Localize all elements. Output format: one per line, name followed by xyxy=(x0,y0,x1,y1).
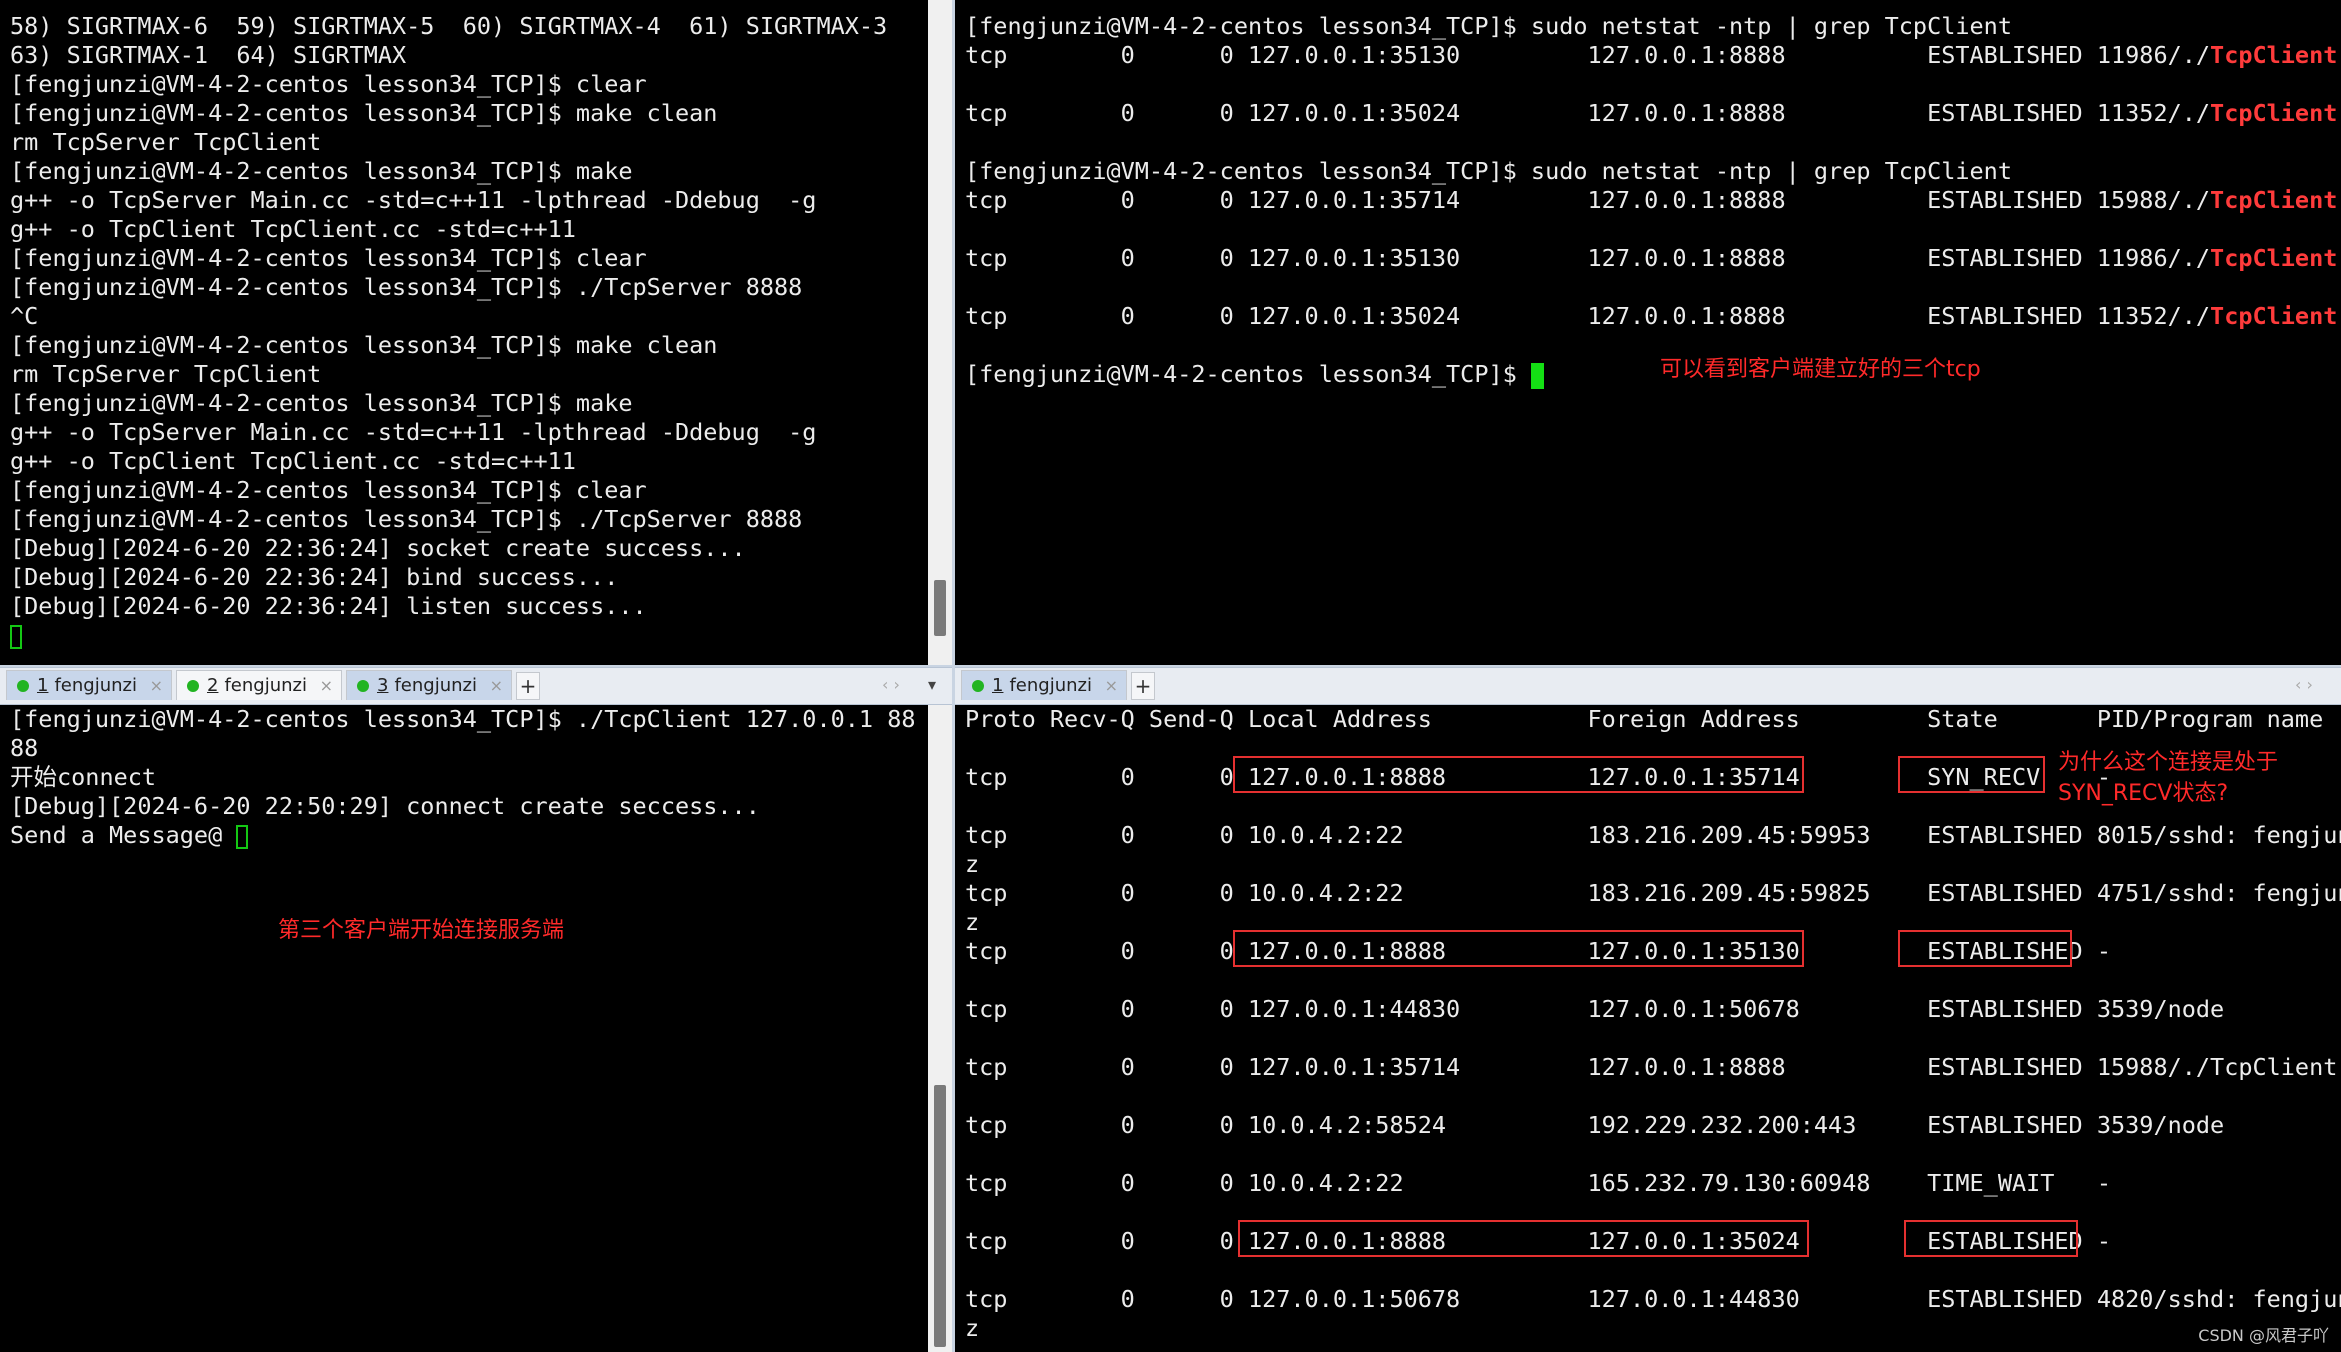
tab-label: fengjunzi xyxy=(54,675,137,696)
scrollbar[interactable] xyxy=(928,0,952,665)
terminal-line: tcp 0 0 127.0.0.1:35714 127.0.0.1:8888 E… xyxy=(965,1053,2338,1081)
scrollbar-thumb[interactable] xyxy=(934,580,946,636)
terminal-line: [fengjunzi@VM-4-2-centos lesson34_TCP]$ … xyxy=(965,157,2012,185)
tcpclient-highlight: TcpClient xyxy=(2210,244,2338,272)
terminal-line: g++ -o TcpClient TcpClient.cc -std=c++11 xyxy=(10,215,576,243)
highlight-box-state xyxy=(1898,756,2045,793)
terminal-pane-netstat-all[interactable]: Proto Recv-Q Send-Q Local Address Foreig… xyxy=(955,705,2341,1352)
terminal-line: 开始connect xyxy=(10,763,157,791)
terminal-line: tcp 0 0 127.0.0.1:35130 127.0.0.1:8888 E… xyxy=(965,244,2338,272)
terminal-line: Send a Message@ xyxy=(10,821,249,850)
terminal-pane-client[interactable]: [fengjunzi@VM-4-2-centos lesson34_TCP]$ … xyxy=(0,705,952,1352)
terminal-line: tcp 0 0 10.0.4.2:22 183.216.209.45:59825… xyxy=(965,879,2341,907)
tab-number: 3 xyxy=(377,675,389,696)
terminal-line: [fengjunzi@VM-4-2-centos lesson34_TCP]$ … xyxy=(10,99,718,127)
terminal-line: 88 xyxy=(10,734,39,762)
terminal-line: 58) SIGRTMAX-6 59) SIGRTMAX-5 60) SIGRTM… xyxy=(10,12,888,40)
terminal-line: 63) SIGRTMAX-1 64) SIGRTMAX xyxy=(10,41,407,69)
terminal-line: tcp 0 0 127.0.0.1:50678 127.0.0.1:44830 … xyxy=(965,1285,2341,1313)
terminal-line xyxy=(10,621,22,650)
close-icon[interactable]: × xyxy=(320,671,333,701)
terminal-line: [fengjunzi@VM-4-2-centos lesson34_TCP]$ … xyxy=(10,244,647,272)
terminal-line: tcp 0 0 10.0.4.2:22 183.216.209.45:59953… xyxy=(965,821,2341,849)
highlight-box-addresses xyxy=(1233,930,1804,967)
watermark: CSDN @风君子吖 xyxy=(2198,1326,2329,1345)
terminal-pane-netstat-client[interactable]: [fengjunzi@VM-4-2-centos lesson34_TCP]$ … xyxy=(955,0,2341,665)
tab-label: fengjunzi xyxy=(224,675,307,696)
terminal-line: [fengjunzi@VM-4-2-centos lesson34_TCP]$ … xyxy=(10,331,718,359)
tcpclient-highlight: TcpClient xyxy=(2210,186,2338,214)
terminal-line: [fengjunzi@VM-4-2-centos lesson34_TCP]$ … xyxy=(965,12,2012,40)
terminal-line: [fengjunzi@VM-4-2-centos lesson34_TCP]$ … xyxy=(10,157,633,185)
tab-scroll-arrows[interactable]: ‹ › xyxy=(882,672,900,698)
terminal-cursor xyxy=(236,824,249,849)
terminal-line: rm TcpServer TcpClient xyxy=(10,360,322,388)
terminal-line: [Debug][2024-6-20 22:50:29] connect crea… xyxy=(10,792,760,820)
close-icon[interactable]: × xyxy=(1105,671,1118,701)
annotation-note: 第三个客户端开始连接服务端 xyxy=(278,918,565,943)
terminal-line: [Debug][2024-6-20 22:36:24] listen succe… xyxy=(10,592,647,620)
tab-session-3[interactable]: 3 fengjunzi × xyxy=(346,670,512,700)
terminal-cursor xyxy=(1530,362,1544,389)
annotation-note: 为什么这个连接是处于 SYN_RECV状态? xyxy=(2058,750,2279,806)
highlight-box-state xyxy=(1898,930,2072,967)
connected-status-icon xyxy=(187,680,199,692)
terminal-line: [Debug][2024-6-20 22:36:24] socket creat… xyxy=(10,534,746,562)
tab-bar-right: 1 fengjunzi × + ‹ › xyxy=(955,667,2341,705)
close-icon[interactable]: × xyxy=(150,671,163,701)
scrollbar[interactable] xyxy=(928,705,952,1352)
terminal-line: tcp 0 0 127.0.0.1:35024 127.0.0.1:8888 E… xyxy=(965,302,2338,330)
terminal-line: z xyxy=(965,908,980,936)
terminal-line: ^C xyxy=(10,302,39,330)
tcpclient-highlight: TcpClient xyxy=(2210,41,2338,69)
tab-number: 2 xyxy=(207,675,219,696)
tab-label: fengjunzi xyxy=(1009,675,1092,696)
tcpclient-highlight: TcpClient xyxy=(2210,99,2338,127)
terminal-line: tcp 0 0 127.0.0.1:35130 127.0.0.1:8888 E… xyxy=(965,41,2338,69)
terminal-line: g++ -o TcpServer Main.cc -std=c++11 -lpt… xyxy=(10,186,817,214)
tab-number: 1 xyxy=(992,675,1004,696)
scrollbar-thumb[interactable] xyxy=(934,1085,946,1347)
terminal-pane-server[interactable]: 58) SIGRTMAX-6 59) SIGRTMAX-5 60) SIGRTM… xyxy=(0,0,952,665)
terminal-line: [fengjunzi@VM-4-2-centos lesson34_TCP]$ … xyxy=(10,70,647,98)
tab-scroll-arrows[interactable]: ‹ › xyxy=(2295,672,2313,698)
terminal-line: tcp 0 0 127.0.0.1:35714 127.0.0.1:8888 E… xyxy=(965,186,2338,214)
connected-status-icon xyxy=(357,680,369,692)
terminal-line: tcp 0 0 127.0.0.1:35024 127.0.0.1:8888 E… xyxy=(965,99,2338,127)
add-tab-button[interactable]: + xyxy=(516,672,540,700)
highlight-box-addresses xyxy=(1238,1220,1809,1257)
terminal-line: [Debug][2024-6-20 22:36:24] bind success… xyxy=(10,563,619,591)
tab-bar-left: 1 fengjunzi × 2 fengjunzi × 3 fengjunzi × +… xyxy=(0,667,952,705)
terminal-line: [fengjunzi@VM-4-2-centos lesson34_TCP]$ … xyxy=(10,476,647,504)
tab-session-1[interactable]: 1 fengjunzi × xyxy=(961,670,1127,700)
connected-status-icon xyxy=(17,680,29,692)
connected-status-icon xyxy=(972,680,984,692)
terminal-line: Proto Recv-Q Send-Q Local Address Foreig… xyxy=(965,705,2324,733)
terminal-line: rm TcpServer TcpClient xyxy=(10,128,322,156)
highlight-box-state xyxy=(1904,1220,2078,1257)
terminal-line: g++ -o TcpServer Main.cc -std=c++11 -lpt… xyxy=(10,418,817,446)
terminal-line: [fengjunzi@VM-4-2-centos lesson34_TCP]$ xyxy=(965,360,1544,389)
add-tab-button[interactable]: + xyxy=(1131,672,1155,700)
annotation-note: 可以看到客户端建立好的三个tcp xyxy=(1660,357,1981,382)
tcpclient-highlight: TcpClient xyxy=(2210,302,2338,330)
terminal-cursor xyxy=(10,624,22,649)
tab-session-1[interactable]: 1 fengjunzi × xyxy=(6,670,172,700)
tab-session-2[interactable]: 2 fengjunzi × xyxy=(176,670,342,700)
tab-number: 1 xyxy=(37,675,49,696)
terminal-line: [fengjunzi@VM-4-2-centos lesson34_TCP]$ … xyxy=(10,505,803,533)
tab-list-menu-icon[interactable]: ▾ xyxy=(928,672,936,698)
terminal-line: [fengjunzi@VM-4-2-centos lesson34_TCP]$ … xyxy=(10,705,916,733)
close-icon[interactable]: × xyxy=(490,671,503,701)
terminal-line: g++ -o TcpClient TcpClient.cc -std=c++11 xyxy=(10,447,576,475)
terminal-line: [fengjunzi@VM-4-2-centos lesson34_TCP]$ … xyxy=(10,389,633,417)
terminal-line: tcp 0 0 10.0.4.2:58524 192.229.232.200:4… xyxy=(965,1111,2225,1139)
highlight-box-addresses xyxy=(1233,756,1804,793)
terminal-line: z xyxy=(965,1314,980,1342)
terminal-line: [fengjunzi@VM-4-2-centos lesson34_TCP]$ … xyxy=(10,273,803,301)
tab-label: fengjunzi xyxy=(394,675,477,696)
terminal-line: tcp 0 0 127.0.0.1:44830 127.0.0.1:50678 … xyxy=(965,995,2225,1023)
terminal-line: tcp 0 0 10.0.4.2:22 165.232.79.130:60948… xyxy=(965,1169,2112,1197)
terminal-line: z xyxy=(965,850,980,878)
